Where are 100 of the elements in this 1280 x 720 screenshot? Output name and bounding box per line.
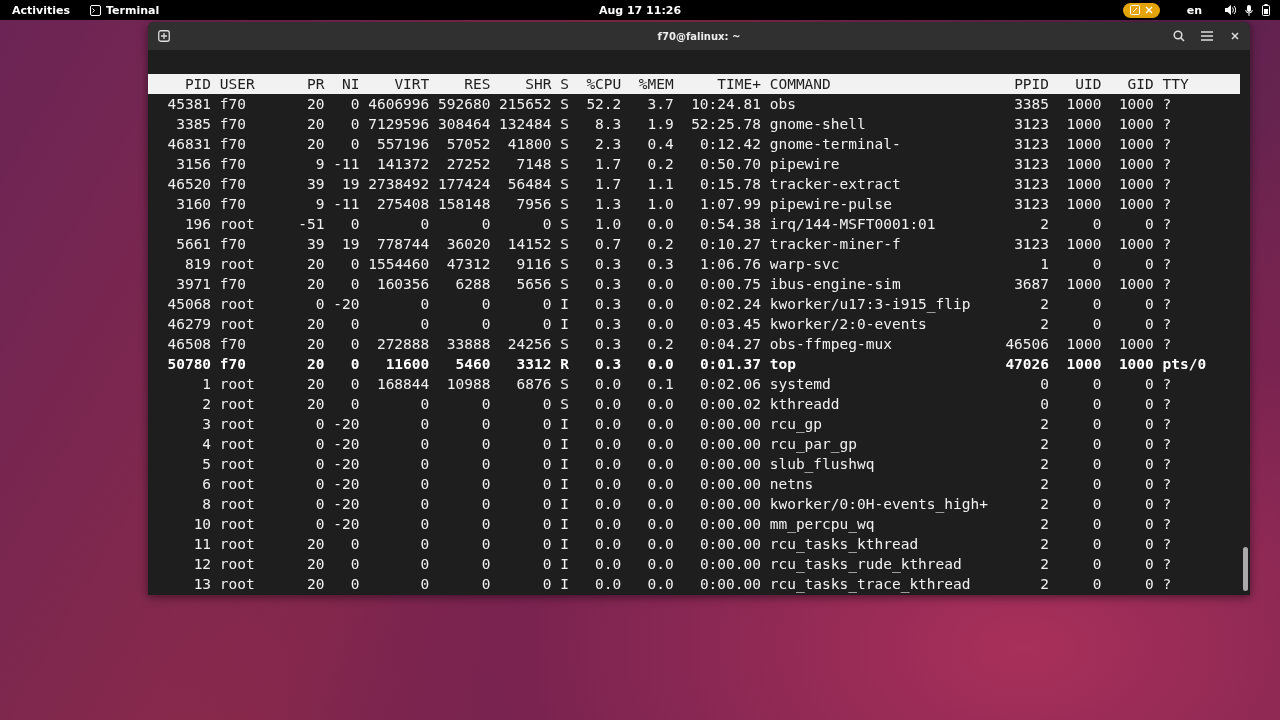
table-cell-text: 0 <box>541 455 552 474</box>
column-header: VIRT <box>393 75 430 94</box>
close-icon <box>1144 6 1153 14</box>
table-cell-text: 3971 <box>175 275 212 294</box>
table-cell-text: 1000 <box>1117 335 1154 354</box>
table-cell-text: 19 <box>341 235 360 254</box>
table-cell-text: 0 <box>419 555 430 574</box>
table-cell-text: R <box>559 355 569 374</box>
table-cell-text: 3123 <box>1013 135 1050 154</box>
table-cell-text: 1 <box>1039 255 1050 274</box>
table-cell-text: 0:00.00 <box>698 515 761 534</box>
table-cell-text: 0.0 <box>594 495 622 514</box>
table-cell-text: 0 <box>419 315 430 334</box>
table-cell-text: root <box>218 415 256 434</box>
microphone-icon[interactable] <box>1245 4 1253 16</box>
table-cell-text: irq/144-MSFT0001:01 <box>768 215 937 234</box>
table-cell-text: 0 <box>1039 375 1050 394</box>
volume-icon[interactable] <box>1225 5 1236 15</box>
table-cell-text: 0.7 <box>594 235 622 254</box>
table-cell-text: 1000 <box>1117 95 1154 114</box>
table-cell-text: -20 <box>332 475 360 494</box>
table-cell-text: 0 <box>1144 215 1154 234</box>
table-cell-text: 3.7 <box>646 95 674 114</box>
table-cell-text: root <box>218 315 256 334</box>
table-cell-text: I <box>559 575 569 594</box>
search-icon <box>1173 30 1185 42</box>
table-cell-text: 20 <box>306 335 325 354</box>
table-cell-text: 2 <box>1039 215 1050 234</box>
table-cell-text: 20 <box>306 95 325 114</box>
table-cell-text: ? <box>1161 155 1173 174</box>
table-cell-text: 0:00.00 <box>698 435 761 454</box>
table-cell-text: 39 <box>306 235 325 254</box>
table-cell-text: 0 <box>1091 455 1102 474</box>
column-header: NI <box>341 75 360 94</box>
table-cell-text: 0:00.75 <box>698 275 761 294</box>
battery-icon[interactable] <box>1262 4 1270 16</box>
table-cell-text: rcu_tasks_trace_kthread <box>768 575 972 594</box>
table-cell-text: 215652 <box>498 95 552 114</box>
screen-sharing-indicator[interactable] <box>1122 2 1160 18</box>
table-cell-text: 1:06.76 <box>698 255 761 274</box>
table-cell-text: tracker-miner-f <box>768 235 902 254</box>
table-cell-text: 0 <box>349 275 360 294</box>
table-cell-text: 2 <box>201 395 212 414</box>
table-cell-text: 10988 <box>445 375 491 394</box>
table-cell-text: 0 <box>419 515 430 534</box>
table-cell-text: 196 <box>183 215 212 234</box>
table-cell-text: f70 <box>218 275 247 294</box>
table-cell-text: 0 <box>419 415 430 434</box>
column-header: %CPU <box>585 75 622 94</box>
table-cell-text: 2 <box>1039 295 1050 314</box>
table-cell-text: 14152 <box>506 235 552 254</box>
table-cell-text: root <box>218 215 256 234</box>
table-cell-text: 0 <box>480 435 491 454</box>
table-cell-text: warp-svc <box>768 255 841 274</box>
table-cell-text: 20 <box>306 135 325 154</box>
column-header: TIME+ <box>716 75 761 94</box>
keyboard-layout-button[interactable]: en <box>1180 3 1208 17</box>
table-cell-text: 0 <box>314 415 325 434</box>
window-title: f70@falinux: ~ <box>657 30 741 42</box>
table-cell-text: top <box>768 355 797 374</box>
table-cell-text: obs <box>768 95 797 114</box>
table-cell-text: root <box>218 515 256 534</box>
table-cell-text: 20 <box>306 375 325 394</box>
plus-icon <box>158 30 170 42</box>
table-cell-text: 1000 <box>1065 235 1102 254</box>
table-cell-text: ? <box>1161 515 1173 534</box>
table-cell-text: I <box>559 295 569 314</box>
table-cell-text: I <box>559 455 569 474</box>
clock-button[interactable]: Aug 17 11:26 <box>592 3 688 17</box>
table-cell-text: 0:00.00 <box>698 535 761 554</box>
table-cell-text: 0.3 <box>646 255 674 274</box>
table-cell-text: 20 <box>306 555 325 574</box>
table-cell-text: 0.3 <box>594 295 622 314</box>
table-cell-text: 1.1 <box>646 175 674 194</box>
table-cell-text: -20 <box>332 455 360 474</box>
scrollbar-thumb[interactable] <box>1243 547 1248 591</box>
table-cell-text: 819 <box>183 255 212 274</box>
column-header: TTY <box>1161 75 1190 94</box>
activities-button[interactable]: Activities <box>6 3 77 17</box>
table-cell-text: S <box>559 335 569 354</box>
table-cell-text: 0:00.00 <box>698 555 761 574</box>
table-cell-text: 0 <box>1144 395 1154 414</box>
table-cell-text: 0.0 <box>646 355 674 374</box>
table-cell-text: 0 <box>1039 395 1050 414</box>
table-cell-text: 0 <box>541 575 552 594</box>
table-cell-text: 7129596 <box>367 115 430 134</box>
table-cell-text: -20 <box>332 295 360 314</box>
table-cell-text: kworker/2:0-events <box>768 315 928 334</box>
table-cell-text: 0.0 <box>646 535 674 554</box>
table-cell-text: 158148 <box>437 195 491 214</box>
table-cell-text: ? <box>1161 395 1173 414</box>
table-cell-text: f70 <box>218 195 247 214</box>
app-menu-button[interactable]: Terminal <box>84 3 166 17</box>
table-cell-text: 4606996 <box>367 95 430 114</box>
table-cell-text: 1000 <box>1117 195 1154 214</box>
table-cell-text: 0 <box>1091 395 1102 414</box>
table-cell-text: mm_percpu_wq <box>768 515 876 534</box>
table-cell-text: 0 <box>480 315 491 334</box>
table-cell-text: 2 <box>1039 315 1050 334</box>
table-cell-text: 0 <box>1091 495 1102 514</box>
